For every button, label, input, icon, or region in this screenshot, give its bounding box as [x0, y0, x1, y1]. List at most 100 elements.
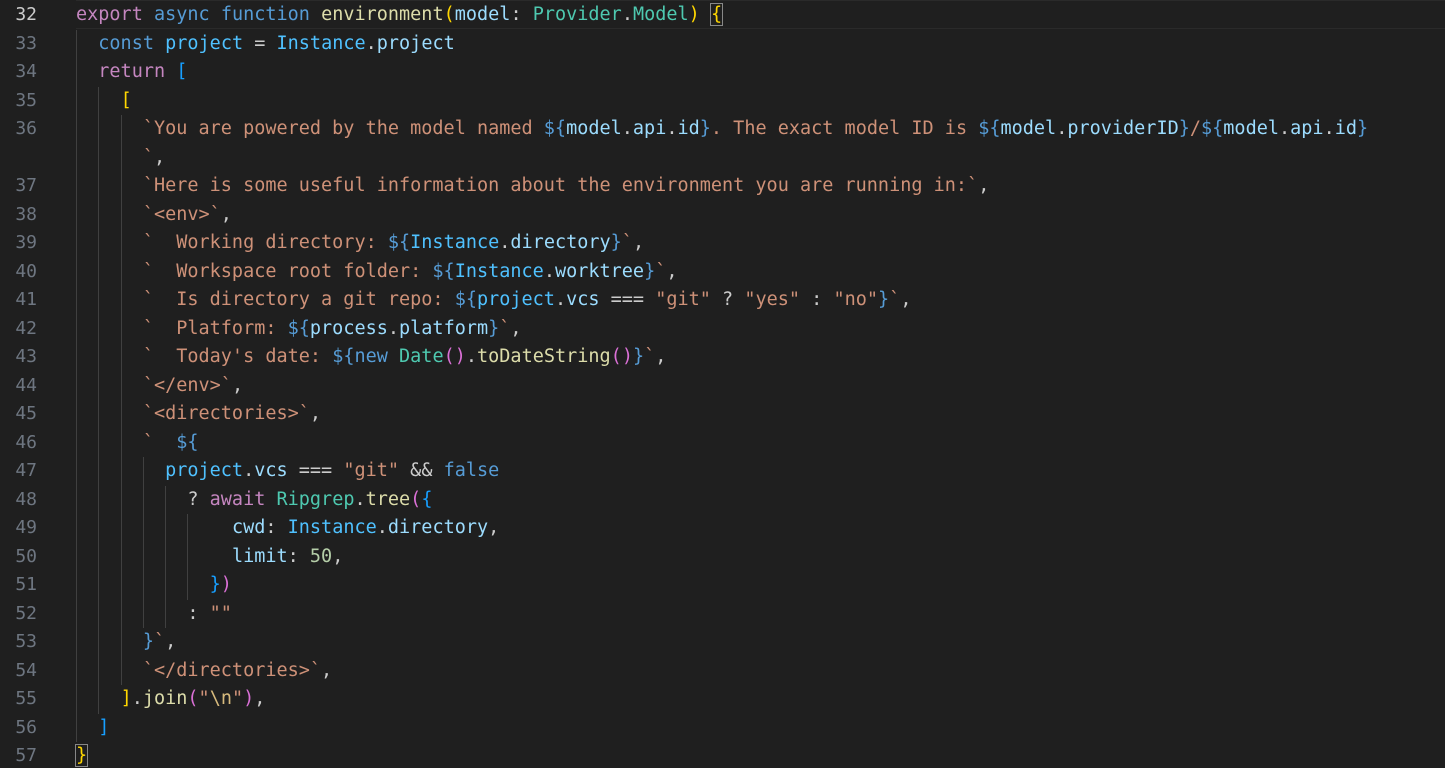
- code-line[interactable]: project.vcs === "git" && false: [76, 457, 1445, 486]
- code-token: api: [632, 118, 667, 139]
- code-token: ${: [332, 346, 355, 367]
- code-token: Ripgrep: [276, 488, 355, 510]
- code-token: .: [1323, 118, 1335, 139]
- code-token: model: [454, 4, 511, 25]
- line-number-gutter: 32 33 34 35 36 37 38 39 40 41 42 43 44 45 46 47 48 49 50 51…: [0, 0, 56, 768]
- code-token: ): [220, 574, 232, 595]
- line-number: 38: [15, 203, 37, 225]
- code-line[interactable]: const project = Instance.project: [76, 30, 1445, 59]
- line-number: 52: [15, 602, 37, 624]
- code-token: function: [220, 4, 310, 25]
- code-token: }: [610, 232, 622, 253]
- code-token: ): [243, 688, 255, 709]
- code-line[interactable]: ` Is directory a git repo: ${project.vcs…: [76, 286, 1445, 315]
- code-token: :: [510, 4, 533, 25]
- code-line[interactable]: }): [76, 571, 1445, 600]
- code-token: `<env>`: [142, 203, 221, 225]
- code-token: :: [265, 517, 288, 538]
- code-area[interactable]: export async function environment(model:…: [74, 0, 1445, 768]
- code-token: (: [187, 688, 199, 709]
- code-token: .: [499, 232, 511, 253]
- code-line[interactable]: ].join("\n"),: [76, 685, 1445, 714]
- code-line[interactable]: }`,: [76, 628, 1445, 657]
- code-token: ,: [332, 545, 344, 567]
- line-number: 55: [15, 688, 37, 709]
- code-line[interactable]: ` Today's date: ${new Date().toDateStrin…: [76, 343, 1445, 372]
- code-token: "git": [343, 460, 400, 481]
- code-token: ,: [309, 403, 322, 424]
- code-token: }: [1178, 118, 1190, 139]
- code-line[interactable]: return [: [76, 58, 1445, 87]
- code-token: [: [120, 89, 132, 111]
- line-number: 42: [15, 317, 37, 339]
- line-number: 47: [15, 460, 37, 481]
- code-line[interactable]: `<directories>`,: [76, 400, 1445, 429]
- code-token: id: [1334, 118, 1357, 139]
- code-token: `: [153, 631, 166, 652]
- code-token: project: [376, 32, 455, 54]
- code-token: .: [666, 118, 678, 139]
- code-line[interactable]: limit: 50,: [76, 543, 1445, 572]
- code-token: ` Workspace root folder:: [142, 260, 433, 282]
- code-editor[interactable]: 32 33 34 35 36 37 38 39 40 41 42 43 44 45 46 47 48 49 50 51…: [0, 0, 1445, 768]
- line-number: 40: [15, 260, 37, 282]
- code-token: "no": [833, 289, 879, 310]
- code-token: .: [1279, 118, 1291, 139]
- code-token: ` Working directory:: [142, 232, 388, 253]
- code-token: id: [677, 118, 700, 139]
- code-token: ]: [98, 716, 110, 738]
- code-token: :: [76, 602, 210, 624]
- code-token: toDateString: [477, 346, 611, 367]
- code-line[interactable]: ` ${: [76, 429, 1445, 458]
- code-line[interactable]: [: [76, 87, 1445, 116]
- code-line[interactable]: ? await Ripgrep.tree({: [76, 486, 1445, 515]
- code-line[interactable]: ]: [76, 714, 1445, 743]
- code-line[interactable]: `<env>`,: [76, 201, 1445, 230]
- code-line[interactable]: `Here is some useful information about t…: [76, 172, 1445, 201]
- code-token: directory: [387, 517, 489, 538]
- code-line[interactable]: ` Platform: ${process.platform}`,: [76, 315, 1445, 344]
- code-token: ${: [1201, 118, 1224, 139]
- code-token: `: [499, 317, 511, 339]
- code-line[interactable]: `,: [76, 144, 1445, 173]
- code-line[interactable]: ` Working directory: ${Instance.director…: [76, 229, 1445, 258]
- code-token: .: [387, 317, 400, 339]
- code-token: {: [421, 488, 433, 510]
- code-token: `</directories>`: [142, 659, 322, 681]
- code-line[interactable]: `You are powered by the model named ${mo…: [76, 115, 1445, 144]
- code-token: ===: [287, 460, 344, 481]
- code-token: . The exact model ID is: [710, 118, 979, 139]
- code-token: new: [354, 346, 388, 367]
- line-number: [0, 144, 37, 173]
- code-line[interactable]: `</env>`,: [76, 372, 1445, 401]
- code-token: ,: [632, 232, 645, 253]
- code-line[interactable]: `</directories>`,: [76, 657, 1445, 686]
- code-token: `<directories>`: [142, 403, 310, 424]
- line-number: 34: [15, 61, 37, 82]
- code-token: ,: [900, 289, 912, 310]
- code-token: vcs: [254, 460, 288, 481]
- code-token: .: [131, 688, 143, 709]
- code-line[interactable]: : "": [76, 600, 1445, 629]
- code-token: ` Platform:: [142, 317, 288, 339]
- code-token: }: [488, 317, 500, 339]
- code-token: ,: [321, 659, 333, 681]
- code-line[interactable]: export async function environment(model:…: [76, 1, 1445, 30]
- code-line[interactable]: cwd: Instance.directory,: [76, 514, 1445, 543]
- code-token: =: [243, 32, 277, 54]
- code-line[interactable]: }: [74, 742, 1445, 768]
- code-line[interactable]: ` Workspace root folder: ${Instance.work…: [76, 258, 1445, 287]
- code-token: model: [566, 118, 622, 139]
- line-number: 45: [15, 403, 37, 424]
- code-token: 50: [309, 545, 333, 567]
